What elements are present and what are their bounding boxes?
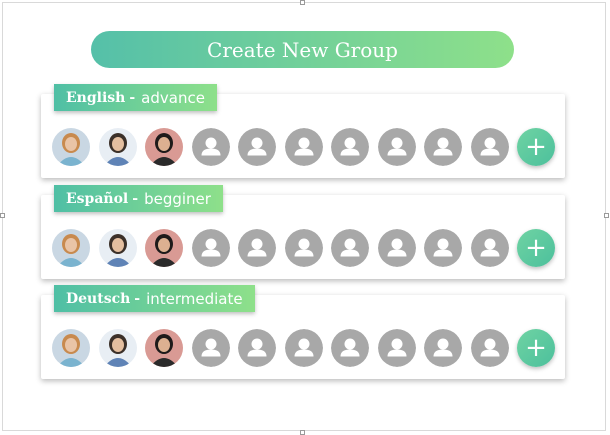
user-icon[interactable] (377, 329, 416, 367)
member-avatar[interactable] (52, 229, 90, 267)
member-avatar[interactable] (98, 229, 137, 267)
user-icon[interactable] (331, 329, 369, 367)
group-language: English (66, 89, 126, 106)
resize-handle-left[interactable] (0, 213, 5, 218)
user-icon[interactable] (470, 229, 509, 267)
group-card-english: English - advance + (41, 84, 565, 178)
add-member-button[interactable]: + (517, 329, 555, 367)
member-avatar[interactable] (52, 329, 90, 367)
member-avatar[interactable] (98, 128, 137, 166)
resize-handle-right[interactable] (604, 213, 609, 218)
group-separator: - (129, 89, 136, 106)
group-language: Español (66, 190, 129, 207)
user-icon[interactable] (331, 229, 369, 267)
group-tag: Español - begginer (54, 185, 223, 212)
member-avatar[interactable] (145, 329, 183, 367)
group-separator: - (134, 290, 141, 307)
group-card-espanol: Español - begginer + (41, 185, 565, 279)
group-level: intermediate (146, 289, 243, 308)
user-icon[interactable] (470, 329, 509, 367)
group-language: Deutsch (66, 290, 131, 307)
plus-icon: + (525, 233, 547, 263)
user-icon[interactable] (424, 329, 462, 367)
user-icon[interactable] (238, 229, 276, 267)
create-new-group-button[interactable]: Create New Group (91, 31, 514, 68)
user-icon[interactable] (424, 229, 462, 267)
resize-handle-top[interactable] (300, 0, 305, 5)
user-icon[interactable] (191, 229, 230, 267)
user-icon[interactable] (377, 128, 416, 166)
member-avatar[interactable] (52, 128, 90, 166)
user-icon[interactable] (191, 329, 230, 367)
plus-icon: + (525, 333, 547, 363)
group-tag: Deutsch - intermediate (54, 285, 255, 312)
user-icon[interactable] (424, 128, 462, 166)
user-icon[interactable] (238, 329, 276, 367)
group-tag: English - advance (54, 84, 217, 111)
user-icon[interactable] (284, 329, 323, 367)
group-level: advance (141, 88, 205, 107)
group-card-deutsch: Deutsch - intermediate + (41, 285, 565, 379)
user-icon[interactable] (331, 128, 369, 166)
user-icon[interactable] (238, 128, 276, 166)
group-level: begginer (144, 189, 211, 208)
user-icon[interactable] (284, 229, 323, 267)
group-separator: - (132, 190, 139, 207)
user-icon[interactable] (284, 128, 323, 166)
plus-icon: + (525, 132, 547, 162)
member-avatar[interactable] (145, 229, 183, 267)
add-member-button[interactable]: + (517, 128, 555, 166)
resize-handle-bottom[interactable] (300, 430, 305, 435)
user-icon[interactable] (470, 128, 509, 166)
add-member-button[interactable]: + (517, 229, 555, 267)
member-avatar[interactable] (98, 329, 137, 367)
user-icon[interactable] (191, 128, 230, 166)
member-avatar[interactable] (145, 128, 183, 166)
user-icon[interactable] (377, 229, 416, 267)
